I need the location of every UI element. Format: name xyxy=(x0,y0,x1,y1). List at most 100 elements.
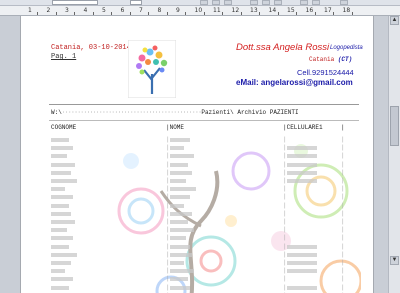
ruler-tick xyxy=(203,12,205,15)
column-separator: | xyxy=(283,250,287,258)
date-line: Catania, 03-10-2014 xyxy=(51,44,131,52)
redacted-name xyxy=(170,211,192,216)
path-redacted: ········································… xyxy=(61,109,202,116)
font-name-field[interactable] xyxy=(52,0,98,5)
font-color-button[interactable] xyxy=(340,0,348,5)
table-row[interactable]: | | | xyxy=(21,259,373,267)
table-row[interactable]: | | | xyxy=(21,210,373,218)
column-separator: | xyxy=(283,168,287,176)
align-center-button[interactable] xyxy=(262,0,270,5)
archive-path: W:\·····································… xyxy=(51,109,299,116)
table-row[interactable]: | | | xyxy=(21,160,373,169)
ruler-number: 6 xyxy=(120,7,125,14)
redacted-surname xyxy=(51,252,77,257)
horizontal-ruler[interactable]: 1 2 3 4 5 6 7 8 9 10 11 12 13 14 15 16 17 18 xyxy=(0,6,400,16)
table-row[interactable]: | | | xyxy=(21,226,373,234)
redacted-phone xyxy=(287,285,317,290)
column-separator: | xyxy=(166,218,170,225)
column-separator: | xyxy=(341,242,345,250)
column-separator: | xyxy=(166,234,170,242)
table-row[interactable]: | | | xyxy=(21,284,373,292)
redacted-name xyxy=(170,179,186,183)
table-row[interactable]: | | | xyxy=(21,177,373,185)
redacted-name xyxy=(170,269,194,274)
doctor-role: Logopedista xyxy=(330,45,363,51)
column-separator: | xyxy=(166,259,170,266)
column-separator: | xyxy=(341,177,345,184)
table-row[interactable]: | | | xyxy=(21,218,373,226)
table-row[interactable]: | | | xyxy=(21,234,373,242)
redacted-phone xyxy=(287,261,317,265)
table-row[interactable]: | | | xyxy=(21,152,373,160)
column-separator: | xyxy=(166,201,170,209)
table-row[interactable]: | | | xyxy=(21,201,373,210)
table-row[interactable]: | | | xyxy=(21,242,373,251)
table-row[interactable]: | | | xyxy=(21,250,373,259)
redacted-name xyxy=(170,228,194,233)
redacted-phone xyxy=(287,170,317,175)
font-size-field[interactable] xyxy=(130,0,142,5)
italic-button[interactable] xyxy=(212,0,220,5)
ruler-number: 1 xyxy=(28,7,32,14)
email-address: eMail: angelarossi@gmail.com xyxy=(236,78,353,87)
table-row[interactable]: | | | xyxy=(21,136,373,144)
column-separator: | xyxy=(166,267,170,275)
column-separator: | xyxy=(283,136,287,143)
redacted-name xyxy=(170,252,192,257)
scroll-down-icon[interactable]: ▼ xyxy=(390,256,399,265)
path-divider xyxy=(49,120,359,121)
column-separator: | xyxy=(283,259,287,266)
ruler-number: 11 xyxy=(213,7,221,14)
ruler-number: 10 xyxy=(194,7,203,14)
redacted-phone xyxy=(287,162,317,167)
redacted-phone xyxy=(287,244,317,249)
redacted-surname xyxy=(51,244,69,249)
underline-button[interactable] xyxy=(224,0,232,5)
column-separator: | xyxy=(166,185,170,193)
redacted-surname xyxy=(51,277,73,282)
scroll-up-icon[interactable]: ▲ xyxy=(390,16,399,25)
column-separator: | xyxy=(166,160,170,168)
indent-button[interactable] xyxy=(312,0,320,5)
province: (CT) xyxy=(337,56,353,63)
page-number: Pag. 1 xyxy=(51,53,77,61)
bold-button[interactable] xyxy=(200,0,208,5)
ruler-number: 4 xyxy=(83,7,88,14)
align-left-button[interactable] xyxy=(250,0,258,5)
path-suffix: Pazienti\ Archivio PAZIENTI xyxy=(201,109,299,116)
align-right-button[interactable] xyxy=(274,0,282,5)
scroll-thumb[interactable] xyxy=(390,106,399,146)
document-page[interactable]: Catania, 03-10-2014 Pag. 1 Dott.ssa Ange… xyxy=(20,16,374,293)
column-separator: | xyxy=(283,242,287,250)
column-separator: | xyxy=(283,234,287,242)
list-button[interactable] xyxy=(300,0,308,5)
ruler-number: 3 xyxy=(65,7,69,14)
redacted-phone xyxy=(287,179,317,183)
table-row[interactable]: | | | xyxy=(21,185,373,193)
table-row[interactable]: | | | xyxy=(21,168,373,177)
column-header-nome: |NOME xyxy=(166,124,185,131)
ruler-number: 8 xyxy=(157,7,162,14)
vertical-scrollbar[interactable]: ▲ ▼ xyxy=(388,16,400,293)
redacted-name xyxy=(170,277,188,282)
ruler-tick xyxy=(296,12,297,15)
header-divider xyxy=(49,104,359,105)
column-separator: | xyxy=(283,267,287,275)
table-row[interactable]: | | | xyxy=(21,193,373,201)
ruler-number: 12 xyxy=(231,7,240,14)
table-row[interactable]: | | | xyxy=(21,267,373,275)
ruler-tick xyxy=(314,12,316,15)
redacted-name xyxy=(170,285,190,290)
redacted-name xyxy=(170,261,184,265)
redacted-surname xyxy=(51,269,65,274)
cell-phone: Cell.9291524444 xyxy=(297,68,354,77)
column-separator: | xyxy=(341,193,345,201)
redacted-surname xyxy=(51,179,77,183)
table-row[interactable]: | | | xyxy=(21,144,373,152)
redacted-name xyxy=(170,138,190,142)
ruler-tick xyxy=(222,12,223,15)
redacted-phone xyxy=(287,154,317,159)
table-row[interactable]: | | | xyxy=(21,275,373,283)
redacted-surname xyxy=(51,195,73,200)
column-separator: | xyxy=(341,250,345,258)
